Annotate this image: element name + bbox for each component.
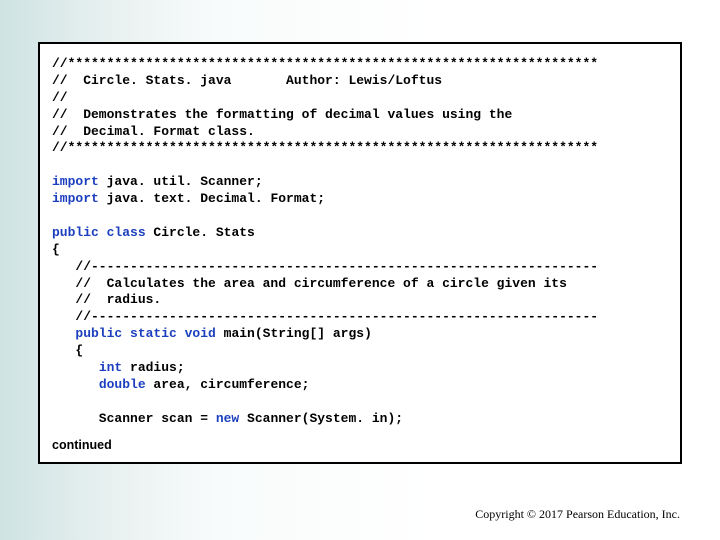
code-text	[52, 360, 99, 375]
code-line: {	[52, 242, 60, 257]
continued-label: continued	[52, 438, 670, 452]
code-text: Scanner(System. in);	[239, 411, 403, 426]
code-line: // Demonstrates the formatting of decima…	[52, 107, 512, 122]
code-line: {	[52, 343, 83, 358]
code-line: //**************************************…	[52, 56, 598, 71]
code-text: java. util. Scanner;	[99, 174, 263, 189]
code-text: radius;	[122, 360, 184, 375]
code-line: // Circle. Stats. java Author: Lewis/Lof…	[52, 73, 442, 88]
copyright-text: Copyright © 2017 Pearson Education, Inc.	[475, 507, 680, 522]
keyword-void: void	[177, 326, 216, 341]
code-text: Circle. Stats	[146, 225, 255, 240]
keyword-import: import	[52, 174, 99, 189]
code-line: // Decimal. Format class.	[52, 124, 255, 139]
keyword-static: static	[122, 326, 177, 341]
keyword-class: class	[99, 225, 146, 240]
code-text	[52, 326, 75, 341]
code-line: //**************************************…	[52, 140, 598, 155]
code-text: java. text. Decimal. Format;	[99, 191, 325, 206]
code-line: // Calculates the area and circumference…	[52, 276, 567, 291]
code-text: main(String[] args)	[216, 326, 372, 341]
code-line: //--------------------------------------…	[52, 309, 598, 324]
code-line: //	[52, 90, 68, 105]
keyword-import: import	[52, 191, 99, 206]
keyword-int: int	[99, 360, 122, 375]
code-text	[52, 377, 99, 392]
keyword-public: public	[52, 225, 99, 240]
code-text: area, circumference;	[146, 377, 310, 392]
code-line: //--------------------------------------…	[52, 259, 598, 274]
code-listing-box: //**************************************…	[38, 42, 682, 464]
keyword-public: public	[75, 326, 122, 341]
code-listing: //**************************************…	[52, 56, 670, 428]
code-line: // radius.	[52, 292, 161, 307]
keyword-double: double	[99, 377, 146, 392]
code-text: Scanner scan =	[52, 411, 216, 426]
keyword-new: new	[216, 411, 239, 426]
